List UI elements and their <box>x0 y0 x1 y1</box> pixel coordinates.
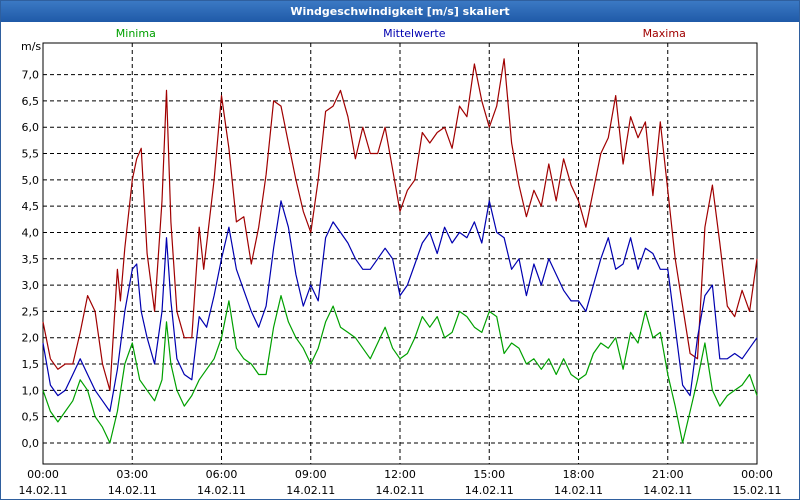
y-tick-label: 6,5 <box>22 95 40 108</box>
legend-mittelwerte: Mittelwerte <box>383 27 446 40</box>
x-tick-date: 14.02.11 <box>197 484 246 497</box>
y-tick-label: 0,5 <box>22 411 40 424</box>
x-tick-date: 14.02.11 <box>19 484 68 497</box>
y-axis-label: m/s <box>21 40 41 53</box>
y-tick-label: 7,0 <box>22 69 40 82</box>
y-tick-label: 0,0 <box>22 437 40 450</box>
x-tick-time: 12:00 <box>384 468 416 481</box>
y-tick-label: 6,0 <box>22 121 40 134</box>
x-tick-time: 00:00 <box>741 468 773 481</box>
x-tick-time: 06:00 <box>206 468 238 481</box>
legend-minima: Minima <box>116 27 156 40</box>
x-tick-time: 09:00 <box>295 468 327 481</box>
x-tick-time: 21:00 <box>652 468 684 481</box>
y-tick-label: 2,0 <box>22 332 40 345</box>
x-tick-time: 00:00 <box>27 468 59 481</box>
x-tick-date: 14.02.11 <box>108 484 157 497</box>
x-tick-time: 18:00 <box>563 468 595 481</box>
x-tick-date: 14.02.11 <box>376 484 425 497</box>
x-axis: 00:00 14.02.11 03:00 14.02.11 06:00 14.02.11 0… <box>19 468 782 497</box>
y-tick-label: 3,5 <box>22 253 40 266</box>
y-tick-label: 4,0 <box>22 226 40 239</box>
y-tick-label: 1,0 <box>22 384 40 397</box>
y-tick-label: 4,5 <box>22 200 40 213</box>
y-tick-label: 5,5 <box>22 148 40 161</box>
x-tick-time: 15:00 <box>473 468 505 481</box>
x-tick-date: 14.02.11 <box>465 484 514 497</box>
y-tick-label: 2,5 <box>22 305 40 318</box>
y-tick-label: 5,0 <box>22 174 40 187</box>
y-tick-label: 3,0 <box>22 279 40 292</box>
legend-maxima: Maxima <box>643 27 686 40</box>
y-axis: 0,0 0,5 1,0 1,5 2,0 2,5 3,0 3,5 4,0 4,5 5,0 5,5 6,0 6… <box>21 40 41 450</box>
x-tick-date: 14.02.11 <box>286 484 335 497</box>
x-tick-date: 15.02.11 <box>733 484 782 497</box>
window-title: Windgeschwindigkeit [m/s] skaliert <box>1 1 799 22</box>
y-tick-label: 1,5 <box>22 358 40 371</box>
chart-window: Windgeschwindigkeit [m/s] skaliert 0,0 0,… <box>0 0 800 500</box>
legend: Maxima Mittelwerte Minima <box>116 27 686 40</box>
x-tick-date: 14.02.11 <box>554 484 603 497</box>
x-tick-date: 14.02.11 <box>643 484 692 497</box>
x-tick-time: 03:00 <box>116 468 148 481</box>
grid <box>42 42 758 465</box>
wind-speed-chart: 0,0 0,5 1,0 1,5 2,0 2,5 3,0 3,5 4,0 4,5 5,0 5,5 6,0 6… <box>19 27 782 497</box>
